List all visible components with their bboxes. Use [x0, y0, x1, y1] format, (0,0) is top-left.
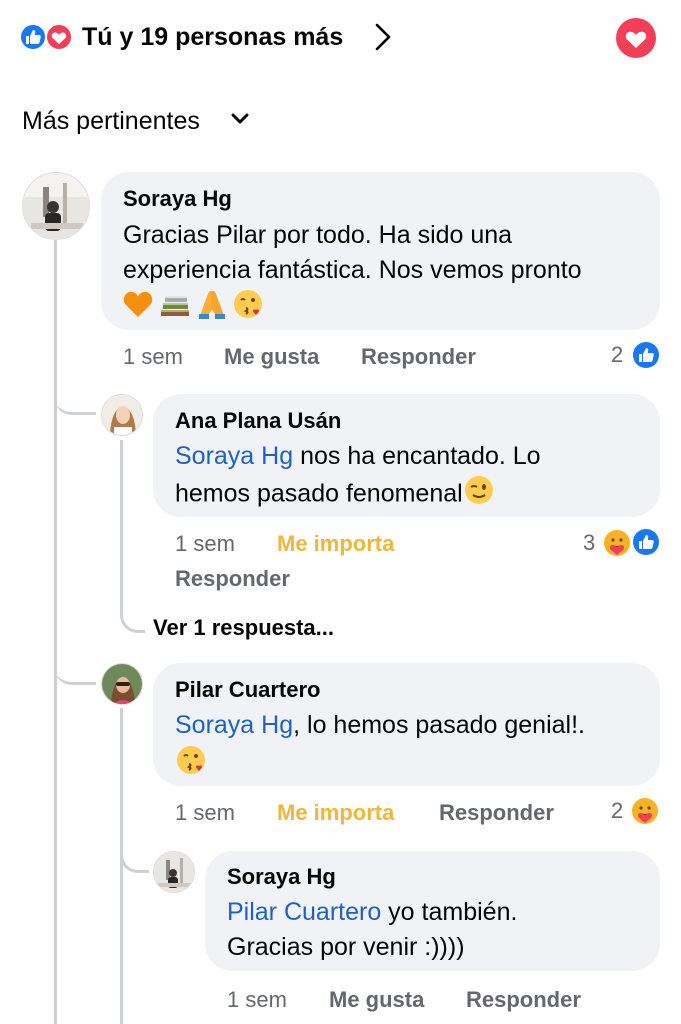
- orange-heart-icon: [122, 288, 154, 324]
- like-button[interactable]: Me gusta: [224, 342, 319, 372]
- comment-text: hemos pasado fenomenal: [175, 474, 495, 516]
- thread-connector: [54, 370, 96, 415]
- reaction-count[interactable]: 2: [611, 796, 623, 826]
- comment-text-segment: yo también.: [381, 898, 518, 926]
- chevron-right-icon[interactable]: [372, 22, 394, 52]
- comment-text-segment: , lo hemos pasado genial!.: [293, 711, 585, 739]
- comment-text: Gracias Pilar por todo. Ha sido una: [123, 221, 513, 249]
- comment-emojis: [122, 288, 264, 324]
- comment-author[interactable]: Ana Plana Usán: [175, 406, 341, 436]
- reactions-summary-text[interactable]: Tú y 19 personas más: [82, 20, 343, 54]
- view-replies-link[interactable]: Ver 1 respuesta...: [153, 613, 334, 643]
- comment-text: Soraya Hg, lo hemos pasado genial!.: [175, 708, 585, 743]
- comment-text-segment: nos ha encantado. Lo: [293, 442, 541, 470]
- kiss-face-icon: [175, 744, 207, 781]
- avatar[interactable]: [22, 172, 90, 240]
- love-reaction-label[interactable]: Me importa: [277, 798, 394, 828]
- thread-line: [120, 708, 123, 1024]
- like-icon[interactable]: [632, 528, 660, 561]
- folded-hands-icon: [196, 288, 228, 324]
- comment-text: Soraya Hg nos ha encantado. Lo: [175, 439, 541, 474]
- avatar[interactable]: [153, 851, 195, 893]
- thread-connector: [120, 830, 149, 873]
- reaction-count[interactable]: 3: [583, 528, 595, 558]
- comment-time[interactable]: 1 sem: [123, 342, 183, 372]
- thread-line: [54, 240, 57, 1024]
- comment-time[interactable]: 1 sem: [175, 529, 235, 559]
- comment-author[interactable]: Pilar Cuartero: [175, 675, 321, 705]
- books-icon: [158, 288, 192, 324]
- mention-link[interactable]: Soraya Hg: [175, 711, 293, 739]
- kiss-face-icon: [232, 288, 264, 324]
- love-reaction-label[interactable]: Me importa: [277, 529, 394, 559]
- chevron-down-icon[interactable]: [231, 112, 249, 126]
- reply-button[interactable]: Responder: [439, 798, 554, 828]
- comment-author[interactable]: Soraya Hg: [227, 862, 336, 892]
- love-reaction-button[interactable]: [615, 17, 657, 59]
- thread-connector: [54, 640, 96, 685]
- comment-text-segment: hemos pasado fenomenal: [175, 479, 463, 508]
- avatar[interactable]: [101, 663, 143, 705]
- comment-sort-dropdown[interactable]: Más pertinentes: [22, 104, 200, 138]
- mention-link[interactable]: Pilar Cuartero: [227, 898, 381, 926]
- care-icon[interactable]: [602, 528, 632, 563]
- thread-connector: [120, 590, 145, 633]
- thread-line: [120, 440, 123, 610]
- comment-text: Pilar Cuartero yo también.: [227, 895, 517, 930]
- reply-button[interactable]: Responder: [361, 342, 476, 372]
- reply-button[interactable]: Responder: [466, 985, 581, 1015]
- care-icon[interactable]: [630, 796, 660, 831]
- mention-link[interactable]: Soraya Hg: [175, 442, 293, 470]
- comment-text: experiencia fantástica. Nos vemos pronto: [123, 256, 582, 284]
- like-icon[interactable]: [632, 341, 660, 374]
- avatar[interactable]: [101, 394, 143, 436]
- wink-face-icon: [463, 474, 495, 516]
- comment-time[interactable]: 1 sem: [175, 798, 235, 828]
- reply-button[interactable]: Responder: [175, 564, 290, 594]
- like-button[interactable]: Me gusta: [329, 985, 424, 1015]
- comment-text: Gracias por venir :)))): [227, 933, 465, 961]
- reaction-summary-icons[interactable]: [18, 22, 76, 52]
- reaction-count[interactable]: 2: [611, 340, 623, 370]
- comment-time[interactable]: 1 sem: [227, 985, 287, 1015]
- comment-author[interactable]: Soraya Hg: [123, 184, 232, 214]
